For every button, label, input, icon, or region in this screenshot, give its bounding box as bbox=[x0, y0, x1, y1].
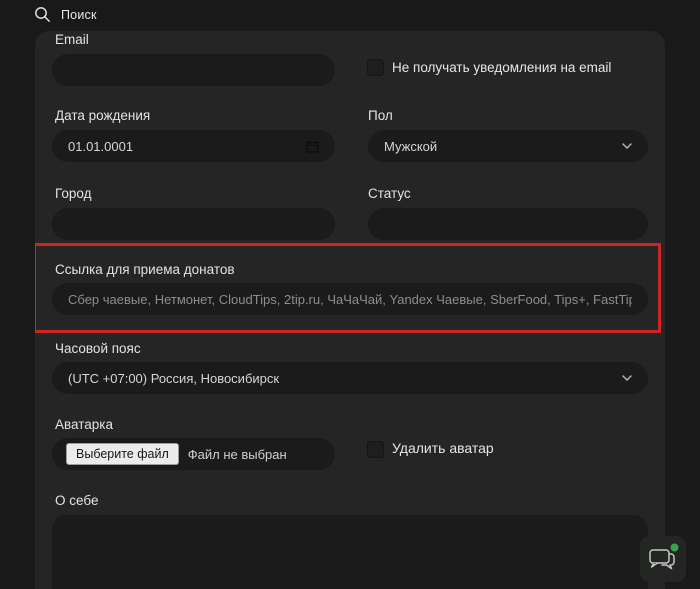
timezone-value: (UTC +07:00) Россия, Новосибирск bbox=[68, 371, 279, 386]
birthdate-value: 01.01.0001 bbox=[68, 139, 133, 154]
timezone-label: Часовой пояс bbox=[55, 341, 141, 356]
city-field[interactable] bbox=[52, 208, 335, 240]
chat-widget-button[interactable] bbox=[640, 536, 686, 582]
status-field[interactable] bbox=[368, 208, 648, 240]
timezone-select[interactable]: (UTC +07:00) Россия, Новосибирск bbox=[52, 362, 648, 394]
profile-form-panel: Email Не получать уведомления на email Д… bbox=[35, 31, 665, 589]
email-label: Email bbox=[55, 32, 89, 47]
donation-link-label: Ссылка для приема донатов bbox=[55, 262, 235, 277]
search-button[interactable]: Поиск bbox=[34, 6, 97, 23]
gender-select[interactable]: Мужской bbox=[368, 130, 648, 162]
about-label: О себе bbox=[55, 493, 98, 508]
search-icon bbox=[34, 6, 51, 23]
gender-value: Мужской bbox=[384, 139, 437, 154]
email-field[interactable] bbox=[52, 54, 335, 86]
chevron-down-icon bbox=[622, 375, 632, 381]
status-label: Статус bbox=[368, 186, 411, 201]
chevron-down-icon bbox=[622, 143, 632, 149]
choose-file-button[interactable]: Выберите файл bbox=[66, 443, 179, 465]
donation-link-field[interactable] bbox=[52, 283, 648, 315]
notification-dot bbox=[671, 544, 679, 552]
calendar-icon[interactable] bbox=[306, 140, 319, 153]
avatar-label: Аватарка bbox=[55, 417, 113, 432]
chat-icon bbox=[645, 541, 681, 577]
top-bar: Поиск bbox=[0, 0, 700, 30]
email-optout-checkbox[interactable] bbox=[367, 59, 384, 76]
birthdate-field[interactable]: 01.01.0001 bbox=[52, 130, 335, 162]
delete-avatar-label[interactable]: Удалить аватар bbox=[392, 440, 494, 456]
file-status-text: Файл не выбран bbox=[188, 447, 287, 462]
delete-avatar-checkbox[interactable] bbox=[367, 441, 384, 458]
avatar-file-input[interactable]: Выберите файл Файл не выбран bbox=[52, 438, 335, 470]
city-label: Город bbox=[55, 186, 92, 201]
about-textarea[interactable] bbox=[52, 515, 648, 589]
email-optout-label[interactable]: Не получать уведомления на email bbox=[392, 60, 611, 75]
gender-label: Пол bbox=[368, 108, 393, 123]
search-label: Поиск bbox=[61, 8, 97, 22]
birthdate-label: Дата рождения bbox=[55, 108, 150, 123]
